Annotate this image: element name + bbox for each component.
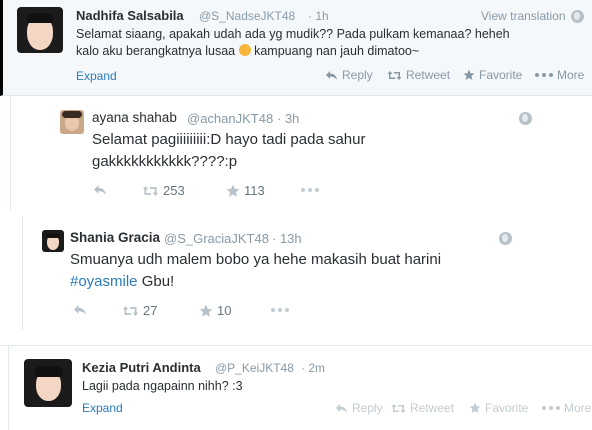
tweet-text: Smuanya udh malem bobo ya hehe makasih b…: [70, 251, 442, 290]
author-handle[interactable]: @achanJKT48: [187, 111, 273, 126]
author-name[interactable]: Nadhifa Salsabila: [76, 8, 184, 23]
more-button[interactable]: More: [535, 68, 584, 82]
retweet-icon: [387, 70, 402, 80]
star-icon: [463, 69, 475, 80]
author-handle[interactable]: @S_NadseJKT48: [199, 9, 295, 23]
favorite-button[interactable]: 113: [226, 183, 265, 198]
favorite-button[interactable]: Favorite: [463, 68, 522, 82]
author-handle[interactable]: @P_KeiJKT48: [215, 361, 294, 375]
more-button[interactable]: More: [542, 401, 591, 415]
star-icon: [469, 402, 481, 413]
favorite-count: 113: [244, 183, 265, 198]
reply-button[interactable]: Reply: [325, 68, 373, 82]
globe-icon: [499, 232, 512, 245]
hashtag-link[interactable]: #oyasmile: [70, 273, 138, 290]
author-name[interactable]: Shania Gracia: [70, 230, 160, 245]
retweet-icon: [391, 403, 406, 413]
timestamp[interactable]: · 2m: [301, 361, 325, 375]
tweet-text: Selamat pagiiiiiiiii:D hayo tadi pada sa…: [92, 131, 366, 170]
tweet-text: Selamat siaang, apakah udah ada yg mudik…: [76, 27, 510, 58]
timestamp[interactable]: · 13h: [272, 231, 302, 246]
retweet-icon: [122, 305, 139, 316]
reply-button[interactable]: Reply: [335, 401, 383, 415]
retweet-button[interactable]: Retweet: [387, 68, 450, 82]
tweet-nadhifa[interactable]: Nadhifa Salsabila @S_NadseJKT48 · 1h Vie…: [0, 0, 592, 96]
more-button[interactable]: [301, 188, 319, 192]
expand-link[interactable]: Expand: [82, 401, 123, 415]
globe-icon: [519, 112, 532, 125]
avatar[interactable]: [24, 359, 72, 407]
more-dots-icon: [271, 308, 289, 312]
author-handle[interactable]: @S_GraciaJKT48: [164, 231, 269, 246]
more-button[interactable]: [271, 308, 289, 312]
reply-icon: [336, 403, 347, 413]
reply-icon: [94, 185, 106, 195]
retweet-button[interactable]: 253: [142, 183, 185, 198]
favorite-button[interactable]: Favorite: [469, 401, 528, 415]
timestamp[interactable]: · 3h: [277, 111, 299, 126]
more-dots-icon: [542, 406, 560, 410]
reply-icon: [74, 305, 86, 315]
retweet-button[interactable]: Retweet: [391, 401, 454, 415]
favorite-button[interactable]: 10: [199, 303, 231, 318]
retweet-button[interactable]: 27: [122, 303, 157, 318]
more-dots-icon: [301, 188, 319, 192]
expand-link[interactable]: Expand: [76, 69, 117, 83]
retweet-count: 27: [143, 303, 158, 318]
tweet-kezia[interactable]: Kezia Putri Andinta @P_KeiJKT48 · 2m Lag…: [8, 346, 592, 430]
avatar[interactable]: [42, 230, 64, 252]
avatar[interactable]: [17, 7, 63, 53]
view-translation-link[interactable]: View translation: [481, 9, 566, 23]
author-name[interactable]: ayana shahab: [92, 110, 177, 125]
star-icon: [226, 184, 240, 197]
reply-button[interactable]: [73, 304, 87, 316]
timestamp[interactable]: · 1h: [308, 9, 329, 23]
avatar[interactable]: [60, 110, 84, 134]
author-name[interactable]: Kezia Putri Andinta: [82, 360, 201, 375]
reply-icon: [326, 70, 337, 80]
smile-emoji-icon: [238, 44, 251, 56]
favorite-count: 10: [217, 303, 232, 318]
retweet-icon: [142, 185, 159, 196]
more-dots-icon: [535, 73, 553, 77]
globe-icon: [571, 10, 584, 23]
tweet-text: Lagii pada ngapainn nihh? :3: [82, 379, 243, 393]
tweet-ayana[interactable]: ayana shahab @achanJKT48 · 3h Selamat pa…: [10, 97, 592, 210]
reply-button[interactable]: [93, 184, 107, 196]
tweet-shania[interactable]: Shania Gracia @S_GraciaJKT48 · 13h Smuan…: [22, 216, 592, 330]
retweet-count: 253: [163, 183, 185, 198]
star-icon: [199, 304, 213, 317]
